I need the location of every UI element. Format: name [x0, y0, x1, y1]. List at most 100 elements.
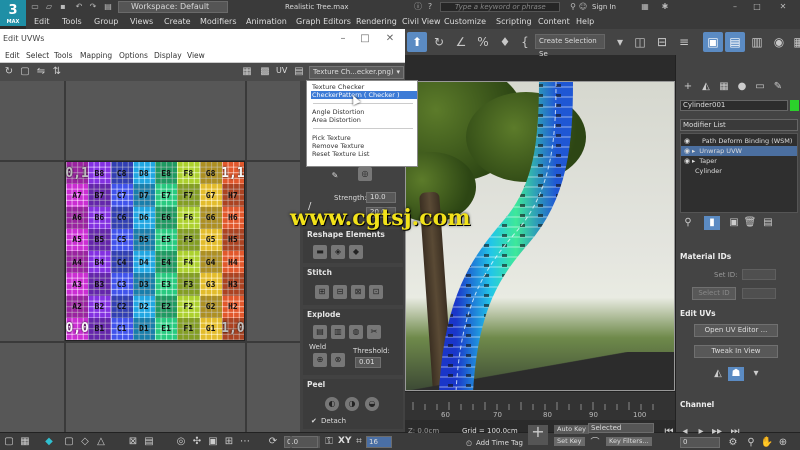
tab-motion-icon[interactable]: ● [734, 80, 750, 94]
texture-dropdown[interactable]: Texture Ch...ecker.png) ▾ [309, 66, 404, 79]
selected-set-dropdown[interactable]: Selected [588, 423, 654, 433]
reset-peel-icon[interactable]: ◒ [365, 397, 379, 411]
uv-space-label[interactable]: UV [276, 66, 287, 75]
go-to-start-icon[interactable]: ⏮ [662, 425, 676, 439]
configure-sets-icon[interactable]: ▤ [760, 216, 776, 230]
new-file-icon[interactable]: ▭ [30, 2, 40, 12]
align-icon[interactable]: ⊟ [652, 32, 672, 52]
detach-checkbox-icon[interactable]: ✔ [311, 417, 317, 425]
menu-tools[interactable]: Tools [62, 15, 82, 28]
select-id-button[interactable]: Select ID [692, 287, 736, 300]
menu-modifiers[interactable]: Modifiers [200, 15, 237, 28]
ignore-backfacing-icon[interactable]: ⊠ [126, 435, 140, 449]
menu-animation[interactable]: Animation [246, 15, 287, 28]
named-selection-icon[interactable]: { [515, 32, 535, 52]
uv-flip-icon[interactable]: ⇅ [50, 65, 64, 79]
soft-select-icon[interactable]: ⋯ [238, 435, 252, 449]
lock-icon[interactable]: ✣ [190, 435, 204, 449]
tab-modify-icon[interactable]: ◭ [698, 80, 714, 94]
rollout-header-material-ids[interactable]: Material IDs [680, 251, 798, 263]
named-selection-sets-icon[interactable]: ▾ [610, 32, 630, 52]
menu-create[interactable]: Create [164, 15, 191, 28]
menu-item-remove-texture[interactable]: Remove Texture [311, 142, 417, 150]
rollout-header-channel[interactable]: Channel [680, 399, 798, 411]
uv-menu-tools[interactable]: Tools [54, 50, 72, 62]
select-by-angle-icon[interactable]: ▤ [142, 435, 156, 449]
sign-in-link[interactable]: Sign In [592, 2, 616, 13]
flatten-by-smoothing-icon[interactable]: ▥ [331, 325, 345, 339]
threshold-field[interactable]: 0.01 [355, 357, 381, 368]
uv-menu-edit[interactable]: Edit [5, 50, 20, 62]
grid-layout-icon[interactable]: ▦ [18, 435, 32, 449]
uv-menu-mapping[interactable]: Mapping [80, 50, 112, 62]
menu-item-angle-distortion[interactable]: Angle Distortion [311, 108, 417, 116]
open-uv-editor-button[interactable]: Open UV Editor ... [694, 324, 778, 337]
uv-rotate-icon[interactable]: ↻ [2, 65, 16, 79]
tab-display-icon[interactable]: ▭ [752, 80, 768, 94]
xy-axis-label[interactable]: XY [338, 437, 351, 446]
menu-civil-view[interactable]: Civil View [402, 15, 441, 28]
isolate-icon[interactable]: ◎ [174, 435, 188, 449]
perspective-viewport[interactable] [405, 81, 675, 391]
eye-icon[interactable]: ◉ [684, 146, 692, 156]
schematic-view-icon[interactable]: ▥ [747, 32, 767, 52]
set-id-field[interactable] [742, 269, 776, 280]
stitch-custom-icon[interactable]: ⊞ [315, 285, 329, 299]
uv-mirror-icon[interactable]: ⇋ [34, 65, 48, 79]
set-key-plus-icon[interactable]: + [528, 424, 548, 445]
uv-window-title-bar[interactable]: Edit UVWs – □ ✕ [0, 29, 405, 49]
selection-lock-icon[interactable]: ▣ [206, 435, 220, 449]
uv-checker-texture[interactable]: 0,1 B8 C8 D8 E8 F8 G8 1,1 A7 B7 C7 D7 E7 F7 G7 H7 A6 B6 C6… [65, 161, 245, 341]
rollout-header-peel[interactable]: Peel [303, 379, 403, 391]
eye-icon[interactable]: ◉ [684, 136, 692, 146]
strength-field[interactable]: 10.0 [366, 192, 396, 203]
menu-views[interactable]: Views [130, 15, 153, 28]
tab-utilities-icon[interactable]: ✎ [770, 80, 786, 94]
uv-menu-select[interactable]: Select [26, 50, 49, 62]
eye-icon[interactable]: ◉ [684, 156, 692, 166]
menu-item-texture-checker[interactable]: Texture Checker (UV_Checker.png [311, 83, 417, 99]
help-icon[interactable]: ? [425, 2, 435, 12]
select-id-field[interactable] [742, 288, 776, 299]
uv-space-toggle-icon[interactable]: ▤ [292, 65, 306, 79]
time-slider[interactable]: 60 70 80 90 100 [405, 391, 675, 420]
menu-customize[interactable]: Customize [444, 15, 486, 28]
current-frame-field[interactable]: 0 [680, 437, 720, 448]
stitch-target-icon[interactable]: ⊡ [369, 285, 383, 299]
show-end-result-icon[interactable]: ▮ [704, 216, 720, 230]
select-object-icon[interactable]: ⬆ [407, 32, 427, 52]
rollout-header-explode[interactable]: Explode [303, 309, 403, 321]
add-time-tag-link[interactable]: Add Time Tag [476, 439, 523, 448]
uv-menu-view[interactable]: View [187, 50, 205, 62]
stitch-source-icon[interactable]: ⊟ [333, 285, 347, 299]
set-key-button[interactable]: Set Key [554, 437, 585, 446]
percent-snap-icon[interactable]: % [473, 32, 493, 52]
uv-minimize-icon[interactable]: – [333, 29, 353, 49]
uv-menu-options[interactable]: Options [119, 50, 148, 62]
spinner-snap-icon[interactable]: ♦ [495, 32, 515, 52]
flatten-by-material-icon[interactable]: ◍ [349, 325, 363, 339]
tab-hierarchy-icon[interactable]: ▦ [716, 80, 732, 94]
tweak-in-view-button[interactable]: Tweak In View [694, 345, 778, 358]
zoom-icon[interactable]: ⚲ [744, 436, 758, 450]
rotate-gizmo-icon[interactable]: ⟳ [266, 435, 280, 449]
uv-menu-display[interactable]: Display [154, 50, 182, 62]
key-filters-button[interactable]: Key Filters... [606, 437, 652, 446]
menu-help[interactable]: Help [576, 15, 594, 28]
expand-arrow-icon[interactable]: ▸ [692, 157, 695, 165]
menu-group[interactable]: Group [94, 15, 118, 28]
maximize-icon[interactable]: □ [752, 2, 762, 12]
break-icon[interactable]: ✂ [367, 325, 381, 339]
sub-object-icon[interactable]: ▢ [62, 435, 76, 449]
stack-item-unwrap-uvw[interactable]: ◉ ▸ Unwrap UVW [681, 146, 797, 156]
weld-target-icon[interactable]: ⊗ [331, 353, 345, 367]
menu-graph-editors[interactable]: Graph Editors [296, 15, 351, 28]
material-editor-icon[interactable]: ◉ [769, 32, 789, 52]
relax-icon[interactable]: ◈ [331, 245, 345, 259]
pin-stack-icon[interactable]: ⚲ [680, 216, 696, 230]
quick-planar-map-icon[interactable]: ◭ [710, 367, 726, 381]
layer-explorer-icon[interactable]: ≡ [674, 32, 694, 52]
remove-modifier-icon[interactable]: 🗑 [742, 216, 758, 230]
menu-item-area-distortion[interactable]: Area Distortion [311, 116, 417, 124]
object-name-field[interactable]: Cylinder001 [680, 100, 788, 111]
